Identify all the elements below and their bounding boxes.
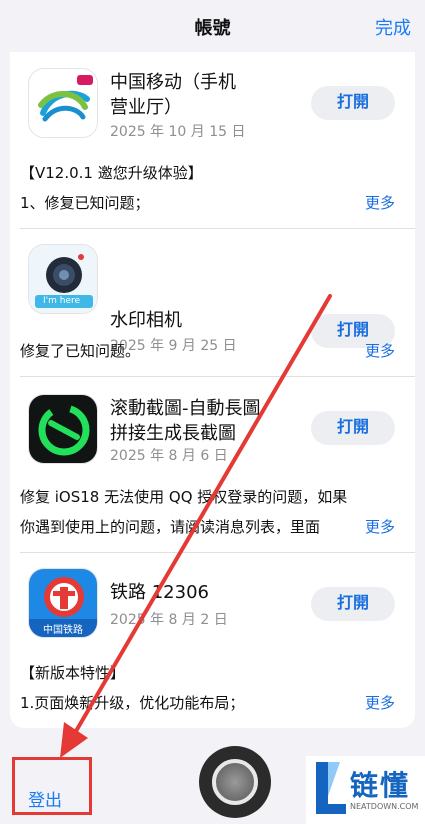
app-name-line: 营业厅） [110,97,182,118]
watermark-brand: 链懂 [350,769,411,802]
release-notes: 【新版本特性】 1.页面焕新升级，优化功能布局； [20,658,370,718]
open-button[interactable]: 打開 [311,411,395,445]
china-mobile-icon [28,68,98,138]
page-title: 帳號 [194,18,231,39]
app-name-line: 拼接生成長截圖 [110,423,236,444]
more-link[interactable]: 更多 [365,692,395,713]
open-button[interactable]: 打開 [311,587,395,621]
more-link[interactable]: 更多 [365,340,395,361]
release-notes: 修复了已知问题。 [20,336,370,366]
release-date: 2025 年 8 月 2 日 [110,612,228,628]
release-notes-line: 1.页面焕新升级，优化功能布局； [20,694,245,712]
app-name: 滚動截圖-自動長圖 拼接生成長截圖 [110,396,290,446]
more-link[interactable]: 更多 [365,192,395,213]
release-notes-line: 你遇到使用上的问题，请阅读消息列表，里面 [20,518,321,536]
annotation-highlight-box [12,757,92,815]
release-date: 2025 年 10 月 15 日 [110,124,246,140]
site-watermark: 链懂 NEATDOWN.COM [306,756,425,824]
watermark-site: NEATDOWN.COM [350,802,419,811]
divider [20,552,415,553]
watermark-logo-icon [316,762,346,814]
navigation-bar: 帳號 完成 [0,0,425,52]
release-notes: 【V12.0.1 邀您升级体验】 1、修复已知问题； [20,158,370,218]
app-name-line: 滚動截圖-自動長圖 [110,398,261,419]
done-button[interactable]: 完成 [375,14,411,40]
app-name-line: 水印相机 [110,310,182,331]
railway-12306-icon: 中国铁路 [28,568,98,638]
divider [20,376,415,377]
assistive-touch-ring [212,759,258,805]
app-name: 水印相机 [110,308,290,333]
release-notes: 修复 iOS18 无法使用 QQ 授权登录的问题，如果 你遇到使用上的问题，请阅… [20,482,370,542]
release-notes-line: 【V12.0.1 邀您升级体验】 [20,164,203,182]
release-notes-line: 修复了已知问题。 [20,342,141,360]
icon-caption: I'm here [43,296,81,306]
app-update-list: 中国移动（手机 营业厅） 2025 年 10 月 15 日 打開 【V12.0.… [10,52,415,728]
app-name: 中国移动（手机 营业厅） [110,70,290,120]
scroll-screenshot-icon [28,394,98,464]
app-name: 铁路 12306 [110,580,290,605]
assistive-touch-button[interactable] [199,746,271,818]
more-link[interactable]: 更多 [365,516,395,537]
release-notes-line: 修复 iOS18 无法使用 QQ 授权登录的问题，如果 [20,488,348,506]
app-name-line: 铁路 12306 [110,582,209,603]
release-date: 2025 年 8 月 6 日 [110,448,228,464]
release-notes-line: 1、修复已知问题； [20,194,150,212]
icon-caption: 中国铁路 [43,625,83,636]
open-button[interactable]: 打開 [311,86,395,120]
app-name-line: 中国移动（手机 [110,72,236,93]
divider [20,228,415,229]
watermark-camera-icon: I'm here [28,244,98,314]
release-notes-line: 【新版本特性】 [20,664,126,682]
